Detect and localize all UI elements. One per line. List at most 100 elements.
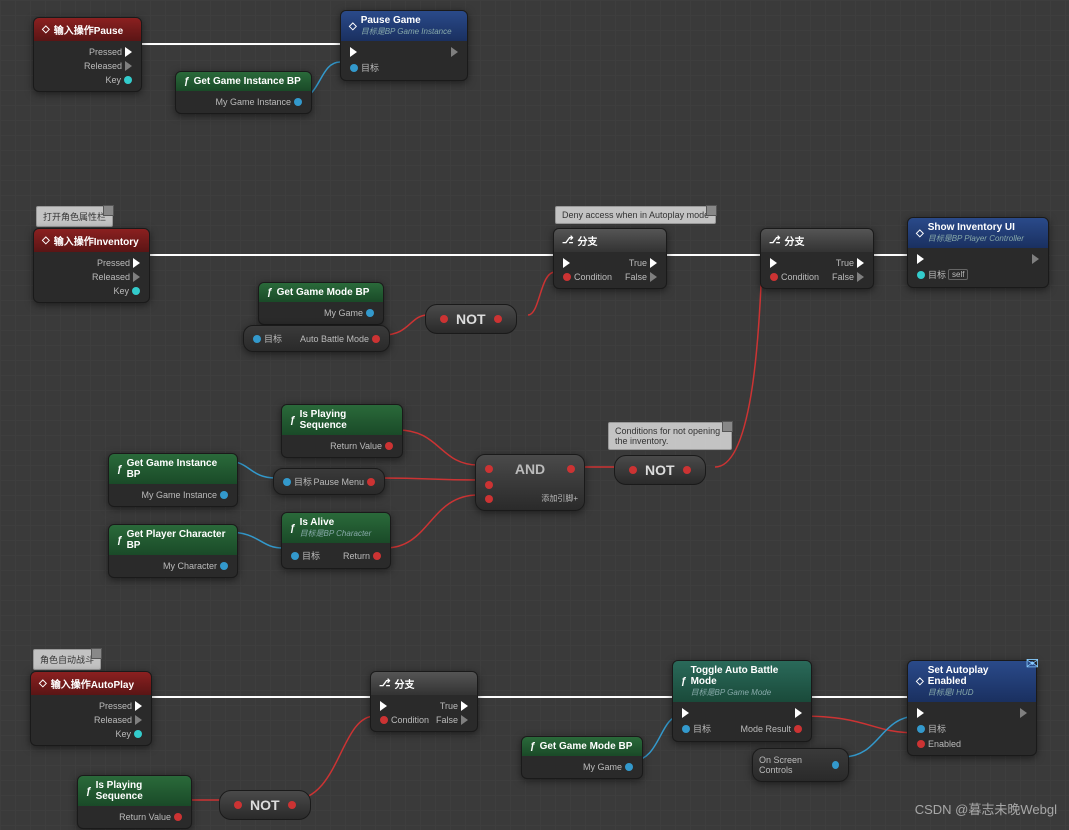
exec-pin[interactable] xyxy=(135,715,142,725)
data-pin[interactable] xyxy=(385,442,393,450)
exec-pin[interactable] xyxy=(682,708,689,718)
node-get-gi-bp-2[interactable]: ƒGet Game Instance BP My Game Instance xyxy=(108,453,238,507)
data-pin[interactable] xyxy=(350,64,358,72)
data-pin[interactable] xyxy=(485,481,493,489)
data-pin[interactable] xyxy=(220,491,228,499)
node-branch-2[interactable]: ⎇分支 True ConditionFalse xyxy=(760,228,874,289)
data-pin[interactable] xyxy=(288,801,296,809)
node-branch-1[interactable]: ⎇分支 True ConditionFalse xyxy=(553,228,667,289)
data-pin[interactable] xyxy=(625,763,633,771)
node-title: Is Playing Sequence xyxy=(300,409,394,431)
node-title: Get Game Mode BP xyxy=(540,741,633,752)
exec-pin[interactable] xyxy=(1020,708,1027,718)
data-pin[interactable] xyxy=(372,335,380,343)
data-pin[interactable] xyxy=(440,315,448,323)
data-pin[interactable] xyxy=(134,730,142,738)
data-pin[interactable] xyxy=(366,309,374,317)
node-get-pc-bp[interactable]: ƒGet Player Character BP My Character xyxy=(108,524,238,578)
node-get-gi-bp-1[interactable]: ƒGet Game Instance BP My Game Instance xyxy=(175,71,312,114)
node-branch-3[interactable]: ⎇分支 True ConditionFalse xyxy=(370,671,478,732)
comment-auto-combat[interactable]: 角色自动战斗 xyxy=(33,649,101,670)
data-pin[interactable] xyxy=(917,725,925,733)
node-not-3[interactable]: NOT xyxy=(219,790,311,820)
exec-pin[interactable] xyxy=(125,61,132,71)
exec-pin[interactable] xyxy=(461,701,468,711)
function-icon: ◇ xyxy=(349,21,357,32)
exec-pin[interactable] xyxy=(125,47,132,57)
data-pin[interactable] xyxy=(132,287,140,295)
data-pin[interactable] xyxy=(174,813,182,821)
data-pin[interactable] xyxy=(494,315,502,323)
exec-pin[interactable] xyxy=(380,701,387,711)
data-pin[interactable] xyxy=(683,466,691,474)
comment-open-attr[interactable]: 打开角色属性栏 xyxy=(36,206,113,227)
node-input-inventory[interactable]: ◇输入操作Inventory Pressed Released Key xyxy=(33,228,150,303)
exec-pin[interactable] xyxy=(135,701,142,711)
data-pin[interactable] xyxy=(234,801,242,809)
node-not-1[interactable]: NOT xyxy=(425,304,517,334)
exec-pin[interactable] xyxy=(563,258,570,268)
data-pin[interactable] xyxy=(563,273,571,281)
comment-deny-autoplay[interactable]: Deny access when in Autoplay mode xyxy=(555,206,716,224)
node-is-playing-1[interactable]: ƒIs Playing Sequence Return Value xyxy=(281,404,403,458)
data-pin[interactable] xyxy=(220,562,228,570)
node-auto-battle-var[interactable]: 目标Auto Battle Mode xyxy=(243,325,390,352)
event-icon: ◇ xyxy=(39,678,47,689)
data-pin[interactable] xyxy=(770,273,778,281)
node-show-inventory[interactable]: ◇Show Inventory UI目标是BP Player Controlle… xyxy=(907,217,1049,288)
data-pin[interactable] xyxy=(832,761,839,769)
data-pin[interactable] xyxy=(283,478,291,486)
exec-pin[interactable] xyxy=(133,258,140,268)
data-pin[interactable] xyxy=(124,76,132,84)
node-get-gm-bp-2[interactable]: ƒGet Game Mode BP My Game xyxy=(521,736,643,779)
exec-pin[interactable] xyxy=(857,272,864,282)
mail-icon[interactable]: ✉ xyxy=(1026,654,1039,674)
node-pause-game[interactable]: ◇Pause Game目标是BP Game Instance 目标 xyxy=(340,10,468,81)
node-input-autoplay[interactable]: ◇输入操作AutoPlay Pressed Released Key xyxy=(30,671,152,746)
exec-pin[interactable] xyxy=(770,258,777,268)
node-title: Get Game Instance BP xyxy=(127,458,229,480)
node-set-autoplay[interactable]: ◇Set Autoplay Enabled目标是I HUD 目标 Enabled xyxy=(907,660,1037,756)
node-title: Is Playing Sequence xyxy=(96,780,183,802)
exec-pin[interactable] xyxy=(350,47,357,57)
node-not-2[interactable]: NOT xyxy=(614,455,706,485)
data-pin[interactable] xyxy=(917,271,925,279)
data-pin[interactable] xyxy=(682,725,690,733)
exec-pin[interactable] xyxy=(1032,254,1039,264)
branch-icon: ⎇ xyxy=(379,678,391,689)
node-pause-menu-var[interactable]: 目标Pause Menu xyxy=(273,468,385,495)
data-pin[interactable] xyxy=(794,725,802,733)
node-title: 分支 xyxy=(578,233,598,248)
node-get-gm-bp-1[interactable]: ƒGet Game Mode BP My Game xyxy=(258,282,384,325)
exec-pin[interactable] xyxy=(917,254,924,264)
exec-pin[interactable] xyxy=(650,272,657,282)
node-is-playing-2[interactable]: ƒIs Playing Sequence Return Value xyxy=(77,775,192,829)
node-and[interactable]: AND 添加引脚 + xyxy=(475,454,585,511)
data-pin[interactable] xyxy=(367,478,375,486)
data-pin[interactable] xyxy=(294,98,302,106)
node-is-alive[interactable]: ƒIs Alive目标是BP Character 目标Return xyxy=(281,512,391,569)
function-icon: ƒ xyxy=(290,523,296,534)
exec-pin[interactable] xyxy=(451,47,458,57)
data-pin[interactable] xyxy=(917,740,925,748)
data-pin[interactable] xyxy=(485,465,493,473)
node-toggle-auto[interactable]: ƒToggle Auto Battle Mode目标是BP Game Mode … xyxy=(672,660,812,742)
exec-pin[interactable] xyxy=(857,258,864,268)
event-icon: ◇ xyxy=(42,24,50,35)
node-input-pause[interactable]: ◇输入操作Pause Pressed Released Key xyxy=(33,17,142,92)
node-on-screen-controls[interactable]: On Screen Controls xyxy=(752,748,849,782)
comment-not-open-inv[interactable]: Conditions for not opening the inventory… xyxy=(608,422,732,450)
exec-pin[interactable] xyxy=(133,272,140,282)
data-pin[interactable] xyxy=(380,716,388,724)
data-pin[interactable] xyxy=(373,552,381,560)
exec-pin[interactable] xyxy=(795,708,802,718)
exec-pin[interactable] xyxy=(917,708,924,718)
node-title: 输入操作Pause xyxy=(54,22,123,37)
exec-pin[interactable] xyxy=(650,258,657,268)
exec-pin[interactable] xyxy=(461,715,468,725)
data-pin[interactable] xyxy=(567,465,575,473)
data-pin[interactable] xyxy=(485,495,493,503)
data-pin[interactable] xyxy=(291,552,299,560)
data-pin[interactable] xyxy=(253,335,261,343)
data-pin[interactable] xyxy=(629,466,637,474)
